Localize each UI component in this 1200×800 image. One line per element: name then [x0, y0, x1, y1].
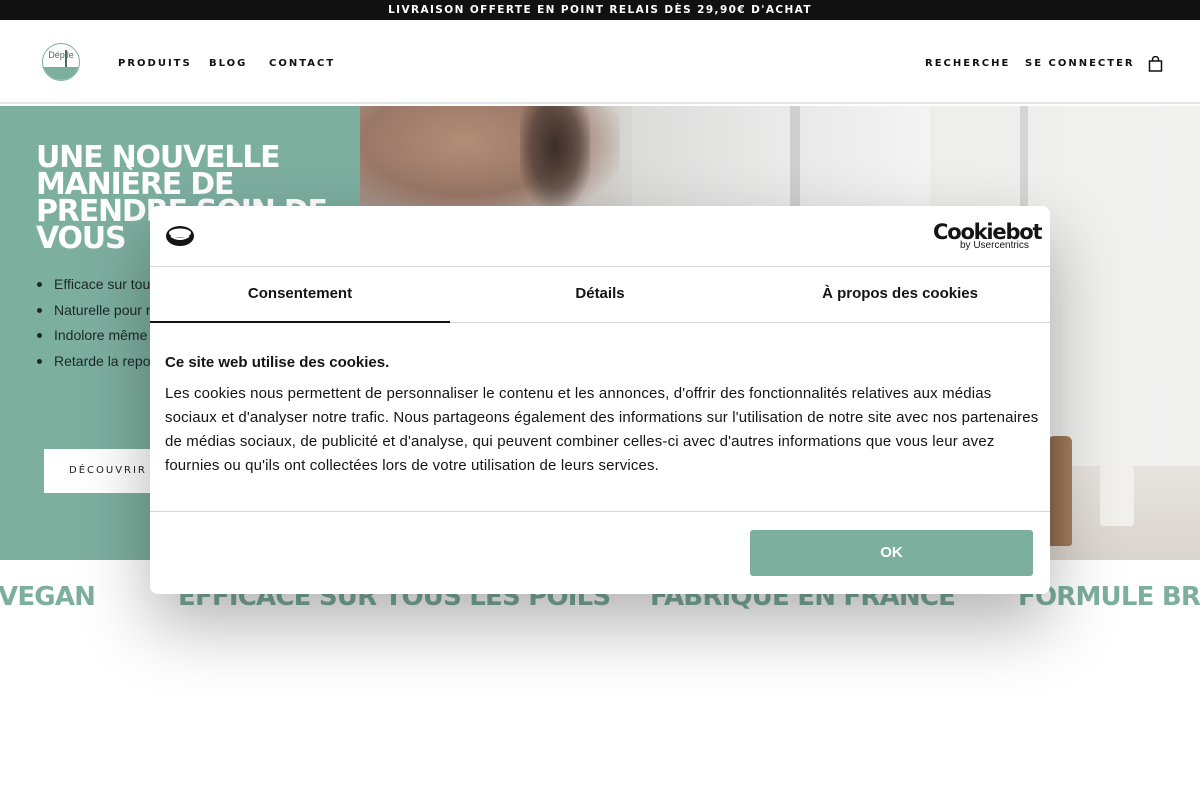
site-header: Dépile PRODUITS BLOG CONTACT RECHERCHE S…	[0, 20, 1200, 104]
tab-a-propos[interactable]: À propos des cookies	[750, 267, 1050, 323]
dialog-text: Les cookies nous permettent de personnal…	[165, 385, 1039, 474]
cookiebot-brand-sub: by Usercentrics	[960, 240, 1029, 251]
nav-link-produits[interactable]: PRODUITS	[118, 58, 192, 69]
announcement-bar: LIVRAISON OFFERTE EN POINT RELAIS DÈS 29…	[0, 0, 1200, 20]
logo-band	[43, 67, 79, 80]
photo-cup	[1100, 466, 1134, 526]
photo-bottle	[1048, 436, 1072, 546]
nav-link-blog[interactable]: BLOG	[209, 58, 247, 69]
logo-text: Dépile	[48, 50, 74, 60]
dialog-header: Cookiebot by Usercentrics	[150, 206, 1050, 267]
photo-person-beard	[520, 106, 590, 206]
dialog-body: Ce site web utilise des cookies. Les coo…	[165, 354, 1040, 478]
logo-razor-mark	[65, 50, 67, 68]
dialog-footer: OK	[150, 511, 1050, 594]
shopping-bag-icon[interactable]	[1148, 56, 1163, 72]
tab-consentement[interactable]: Consentement	[150, 267, 450, 323]
dialog-tabs: Consentement Détails À propos des cookie…	[150, 267, 1050, 323]
cookiebot-logo-icon	[166, 226, 194, 246]
nav-link-recherche[interactable]: RECHERCHE	[925, 58, 1010, 69]
tab-details[interactable]: Détails	[450, 267, 750, 323]
feature-label: VEGAN	[0, 582, 96, 612]
dialog-heading: Ce site web utilise des cookies.	[165, 354, 390, 371]
ok-button[interactable]: OK	[750, 530, 1033, 576]
site-logo[interactable]: Dépile	[42, 43, 80, 81]
nav-link-contact[interactable]: CONTACT	[269, 58, 335, 69]
cookie-consent-dialog: Cookiebot by Usercentrics Consentement D…	[150, 206, 1050, 594]
nav-link-se-connecter[interactable]: SE CONNECTER	[1025, 58, 1135, 69]
